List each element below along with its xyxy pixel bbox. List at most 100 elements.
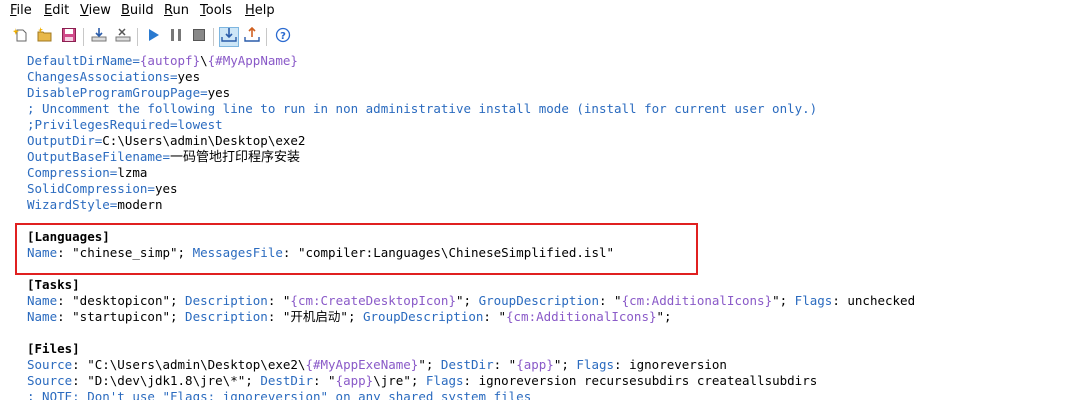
param-key: DestDir <box>260 373 313 388</box>
param-value: : " <box>493 357 517 372</box>
constant: {cm:CreateDesktopIcon} <box>290 293 456 308</box>
menu-edit[interactable]: Edit <box>44 3 69 18</box>
toolbar-separator <box>83 28 84 46</box>
param-value: \jre"; <box>373 373 426 388</box>
directive-value: yes <box>154 181 178 196</box>
param-key: Description <box>185 309 268 324</box>
menu-file[interactable]: File <box>10 3 32 18</box>
pause-button[interactable] <box>166 27 186 47</box>
section-header-tasks: [Tasks] <box>27 277 80 292</box>
param-value: : "startupicon"; <box>57 309 186 324</box>
directive-value: 一码管地打印程序安装 <box>170 150 301 165</box>
menu-help[interactable]: Help <box>245 3 275 18</box>
param-value: : unchecked <box>832 293 916 308</box>
save-button[interactable] <box>59 27 79 47</box>
param-key: Name <box>27 309 58 324</box>
directive-value: C:\Users\admin\Desktop\exe2 <box>102 133 306 148</box>
param-value: : ignoreversion recursesubdirs createall… <box>463 373 818 388</box>
toolbar-separator <box>266 28 267 46</box>
new-file-icon <box>13 27 29 47</box>
param-value: : "desktopicon"; <box>57 293 186 308</box>
param-value: "; <box>553 357 577 372</box>
menu-tools-label: ools <box>205 3 233 18</box>
code-line: WizardStyle=modern <box>27 197 162 213</box>
menu-view-accel: V <box>80 3 89 18</box>
code-line: Compression=lzma <box>27 165 147 181</box>
compile-button[interactable] <box>89 27 109 47</box>
menu-help-accel: H <box>245 3 255 18</box>
code-line: SolidCompression=yes <box>27 181 178 197</box>
new-file-button[interactable] <box>11 27 31 47</box>
help-icon: ? <box>275 27 291 47</box>
constant: {app} <box>516 357 554 372</box>
save-icon <box>61 27 77 47</box>
param-key: Description <box>185 293 268 308</box>
param-value: : ignoreversion <box>614 357 727 372</box>
param-value: "; <box>456 293 479 308</box>
menu-file-label: ile <box>16 3 32 18</box>
menu-run-label: un <box>172 3 189 18</box>
param-value: "; <box>656 309 672 324</box>
param-value: : "D:\dev\jdk1.8\jre\*"; <box>72 373 261 388</box>
toolbar: ? <box>0 24 1068 51</box>
menu-build[interactable]: Build <box>121 3 154 18</box>
menu-run[interactable]: Run <box>164 3 189 18</box>
menu-build-accel: B <box>121 3 130 18</box>
menu-edit-label: dit <box>52 3 70 18</box>
param-key: DestDir <box>440 357 494 372</box>
param-key: Flags <box>425 373 464 388</box>
directive-key: OutputBaseFilename= <box>27 149 170 164</box>
target-up-icon <box>244 26 260 47</box>
run-button[interactable] <box>143 27 163 47</box>
code-comment: ; NOTE: Don't use "Flags: ignoreversion"… <box>27 389 532 400</box>
param-key: Source <box>27 373 73 388</box>
param-value: : "C:\Users\admin\Desktop\exe2\ <box>72 357 306 372</box>
code-line: Source: "D:\dev\jdk1.8\jre\*"; DestDir: … <box>27 373 817 389</box>
param-key: Flags <box>576 357 615 372</box>
new-wizard-button[interactable] <box>35 27 55 47</box>
directive-value: lzma <box>117 165 148 180</box>
menu-bar: File Edit View Build Run Tools Help <box>0 0 1068 23</box>
stop-compile-button[interactable] <box>113 27 133 47</box>
menu-view-label: iew <box>88 3 111 18</box>
target-down-icon <box>221 27 237 47</box>
compile-icon <box>91 27 107 47</box>
pause-icon <box>168 27 184 47</box>
directive-value: yes <box>177 69 201 84</box>
toolbar-separator <box>213 28 214 46</box>
param-value: : " <box>267 293 291 308</box>
directive-key: DefaultDirName= <box>27 53 140 68</box>
param-key: GroupDescription <box>478 293 599 308</box>
menu-view[interactable]: View <box>80 3 111 18</box>
target-down-button[interactable] <box>219 27 239 47</box>
code-line: Name: "desktopicon"; Description: "{cm:C… <box>27 293 915 309</box>
code-line: DisableProgramGroupPage=yes <box>27 85 230 101</box>
directive-value: modern <box>117 197 163 212</box>
param-value: : " <box>313 373 336 388</box>
value-text: \ <box>200 53 208 68</box>
directive-key: OutputDir= <box>27 133 103 148</box>
code-line: OutputDir=C:\Users\admin\Desktop\exe2 <box>27 133 305 149</box>
terminate-button[interactable] <box>189 27 209 47</box>
menu-build-label: uild <box>129 3 154 18</box>
menu-help-label: elp <box>254 3 275 18</box>
target-up-button[interactable] <box>242 26 262 47</box>
param-value: "; <box>418 357 441 372</box>
directive-value: yes <box>207 85 231 100</box>
directive-key: DisableProgramGroupPage= <box>27 85 208 100</box>
menu-tools[interactable]: Tools <box>200 3 232 18</box>
param-key: Source <box>27 357 73 372</box>
code-line: DefaultDirName={autopf}\{#MyAppName} <box>27 53 298 69</box>
stop-compile-icon <box>115 27 131 47</box>
code-editor[interactable]: DefaultDirName={autopf}\{#MyAppName} Cha… <box>0 51 1068 400</box>
param-value: : " <box>599 293 622 308</box>
constant: {#MyAppName} <box>207 53 298 68</box>
code-comment: ; Uncomment the following line to run in… <box>27 101 818 116</box>
help-button[interactable]: ? <box>273 27 293 47</box>
svg-text:?: ? <box>280 31 286 42</box>
param-key: GroupDescription <box>363 309 484 324</box>
directive-key: WizardStyle= <box>27 197 118 212</box>
constant: {app} <box>335 373 374 388</box>
constant: {cm:AdditionalIcons} <box>506 309 657 324</box>
param-key: Flags <box>794 293 833 308</box>
